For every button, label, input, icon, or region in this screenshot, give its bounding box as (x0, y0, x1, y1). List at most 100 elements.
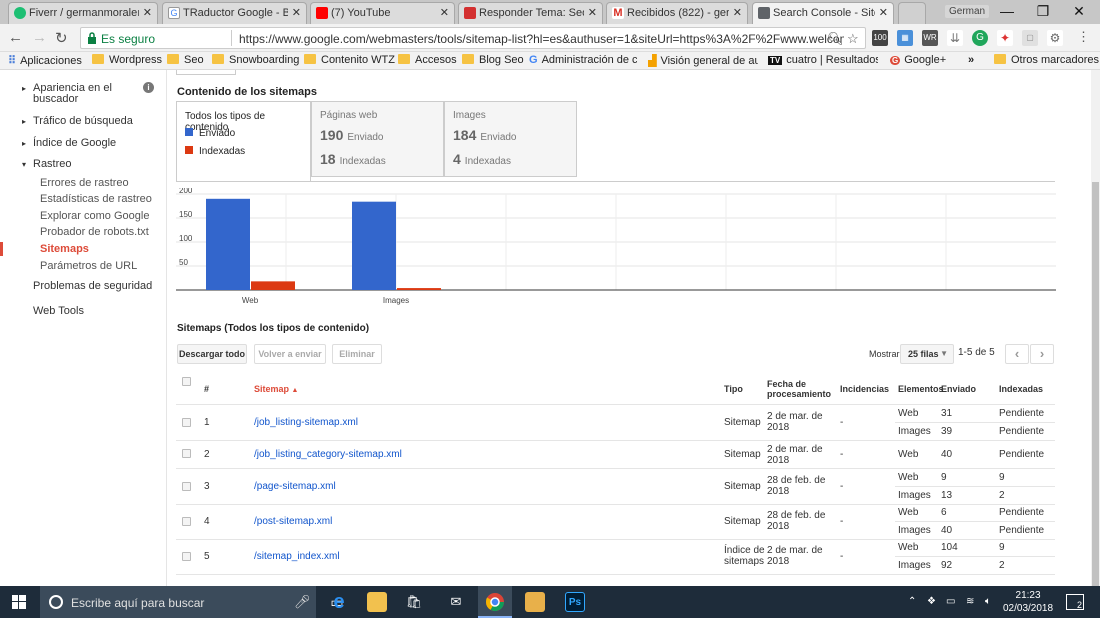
download-all-button[interactable]: Descargar todo (177, 344, 247, 364)
close-icon[interactable]: ✕ (143, 6, 152, 19)
nav-crawl-errors[interactable]: Errores de rastreo (40, 177, 129, 189)
col-date[interactable]: Fecha de procesamiento (767, 379, 833, 399)
forward-icon[interactable]: → (32, 29, 47, 46)
col-sitemap[interactable]: Sitemap ▲ (254, 384, 298, 394)
tab-forum[interactable]: Responder Tema: Seo p ✕ (458, 2, 603, 24)
tray-volume-icon[interactable]: 🔈︎ (985, 596, 991, 607)
nav-google-index[interactable]: Índice de Google (33, 137, 116, 149)
bookmark-contenito[interactable]: Contenito WTZ (304, 54, 395, 66)
store-icon[interactable]: 🛍︎ (404, 592, 424, 612)
tab-translator[interactable]: G TRaductor Google - Bu ✕ (162, 2, 307, 24)
microphone-icon[interactable]: 🎤︎ (294, 594, 311, 610)
web-pages-tab[interactable]: Páginas web 190 Enviado 18 Indexadas (311, 101, 444, 177)
row-checkbox[interactable] (182, 517, 191, 526)
select-all-checkbox[interactable] (182, 377, 191, 386)
taskbar-clock[interactable]: 21:23 02/03/2018 (1003, 589, 1053, 615)
nav-robots-tester[interactable]: Probador de robots.txt (40, 226, 149, 238)
maximize-icon[interactable]: ❐ (1028, 3, 1058, 20)
delete-button[interactable]: Eliminar (332, 344, 382, 364)
extension-100-icon[interactable]: 100 (872, 30, 888, 46)
tab-youtube[interactable]: (7) YouTube ✕ (310, 2, 455, 24)
zoom-icon[interactable]: 🔍︎ (827, 31, 844, 47)
nav-appearance[interactable]: Apariencia en el buscador (33, 83, 123, 105)
sitemap-link[interactable]: /sitemap_index.xml (254, 551, 340, 562)
sitemap-link[interactable]: /job_listing-sitemap.xml (254, 417, 358, 428)
reload-icon[interactable]: ↻ (55, 29, 68, 47)
close-icon[interactable]: ✕ (292, 6, 301, 19)
col-submitted[interactable]: Enviado (941, 384, 976, 394)
extension-double-chevron-icon[interactable]: ⇊ (947, 30, 963, 46)
next-page-button[interactable]: › (1030, 344, 1054, 364)
col-indexed[interactable]: Indexadas (999, 384, 1043, 394)
close-icon[interactable]: ✕ (879, 6, 888, 19)
page-scrollbar-thumb[interactable] (1092, 182, 1099, 586)
close-icon[interactable]: ✕ (733, 6, 742, 19)
tray-chevron-up-icon[interactable]: ⌃ (908, 596, 916, 607)
back-icon[interactable]: ← (8, 29, 23, 46)
nav-search-traffic[interactable]: Tráfico de búsqueda (33, 115, 133, 127)
all-content-types-tab[interactable]: Todos los tipos de contenido Enviado Ind… (176, 101, 311, 181)
tab-search-console[interactable]: Search Console - Siter ✕ (752, 2, 894, 24)
bookmark-overflow[interactable]: » (968, 54, 974, 66)
nav-url-parameters[interactable]: Parámetros de URL (40, 260, 137, 272)
extension-cloud-icon[interactable]: ⚙ (1047, 30, 1063, 46)
extension-chart-icon[interactable]: ▦ (897, 30, 913, 46)
new-tab-button[interactable] (898, 2, 926, 24)
nav-security-issues[interactable]: Problemas de seguridad (33, 280, 152, 292)
bookmark-other[interactable]: Otros marcadores (994, 54, 1099, 66)
bookmark-cuatro[interactable]: TVcuatro | Resultados d (768, 54, 878, 66)
bookmark-googleplus[interactable]: G Google+ (890, 54, 946, 66)
file-explorer-icon[interactable] (367, 592, 387, 612)
sitemap-link[interactable]: /job_listing_category-sitemap.xml (254, 449, 402, 460)
close-window-icon[interactable]: ✕ (1064, 3, 1094, 20)
row-checkbox[interactable] (182, 449, 191, 458)
info-icon[interactable]: i (143, 82, 154, 93)
extension-pin-icon[interactable]: ✦ (997, 30, 1013, 46)
tab-gmail[interactable]: M Recibidos (822) - germ ✕ (606, 2, 748, 24)
nav-web-tools[interactable]: Web Tools (33, 305, 84, 317)
close-icon[interactable]: ✕ (588, 6, 597, 19)
bookmark-snowboarding[interactable]: Snowboarding (212, 54, 299, 66)
address-bar[interactable]: Es seguro https://www.google.com/webmast… (80, 27, 866, 49)
taskbar-search[interactable]: Escribe aquí para buscar 🎤︎ (40, 586, 316, 618)
nav-crawl-stats[interactable]: Estadísticas de rastreo (40, 193, 152, 205)
profile-button[interactable]: German (945, 5, 990, 18)
photoshop-icon[interactable]: Ps (565, 592, 585, 612)
bookmark-admin[interactable]: G Administración de ca (529, 54, 637, 66)
bookmark-apps[interactable]: ⠿ Aplicaciones (8, 54, 82, 67)
bookmark-wordpress[interactable]: Wordpress (92, 54, 162, 66)
prev-page-button[interactable]: ‹ (1005, 344, 1029, 364)
bookmark-accesos[interactable]: Accesos (398, 54, 457, 66)
bookmark-analytics[interactable]: ▟ Visión general de auc (648, 54, 758, 67)
row-checkbox[interactable] (182, 418, 191, 427)
url-text[interactable]: https://www.google.com/webmasters/tools/… (239, 32, 844, 46)
tray-wifi-icon[interactable]: ≋ (966, 596, 974, 607)
images-tab[interactable]: Images 184 Enviado 4 Indexadas (444, 101, 577, 177)
windows-start-icon[interactable] (12, 595, 26, 609)
edge-browser-icon[interactable]: e (329, 592, 349, 612)
sitemap-link[interactable]: /post-sitemap.xml (254, 516, 332, 527)
tray-battery-icon[interactable]: ▭ (946, 596, 955, 607)
nav-crawl[interactable]: Rastreo (33, 158, 72, 170)
col-type[interactable]: Tipo (724, 384, 743, 394)
nav-fetch-as-google[interactable]: Explorar como Google (40, 210, 149, 222)
close-icon[interactable]: ✕ (440, 6, 449, 19)
nav-sitemaps[interactable]: Sitemaps (40, 243, 89, 255)
bookmark-seo[interactable]: Seo (167, 54, 204, 66)
photos-icon[interactable] (525, 592, 545, 612)
extension-pdf-icon[interactable]: ▢ (1022, 30, 1038, 46)
resubmit-button[interactable]: Volver a enviar (254, 344, 326, 364)
extension-wr-icon[interactable]: WR (922, 30, 938, 46)
row-checkbox[interactable] (182, 482, 191, 491)
menu-kebab-icon[interactable]: ⋮ (1077, 29, 1090, 45)
rows-per-page-select[interactable]: 25 filas ▼ (900, 344, 954, 364)
tray-dropbox-icon[interactable]: ❖ (927, 596, 936, 607)
minimize-icon[interactable]: — (992, 3, 1022, 19)
notification-center-icon[interactable]: 2 (1066, 594, 1084, 610)
extension-grammarly-icon[interactable]: G (972, 30, 988, 46)
row-checkbox[interactable] (182, 552, 191, 561)
bookmark-blog-seo[interactable]: Blog Seo (462, 54, 524, 66)
sitemap-link[interactable]: /page-sitemap.xml (254, 481, 336, 492)
col-issues[interactable]: Incidencias (840, 384, 889, 394)
bookmark-star-icon[interactable]: ☆ (847, 31, 859, 47)
